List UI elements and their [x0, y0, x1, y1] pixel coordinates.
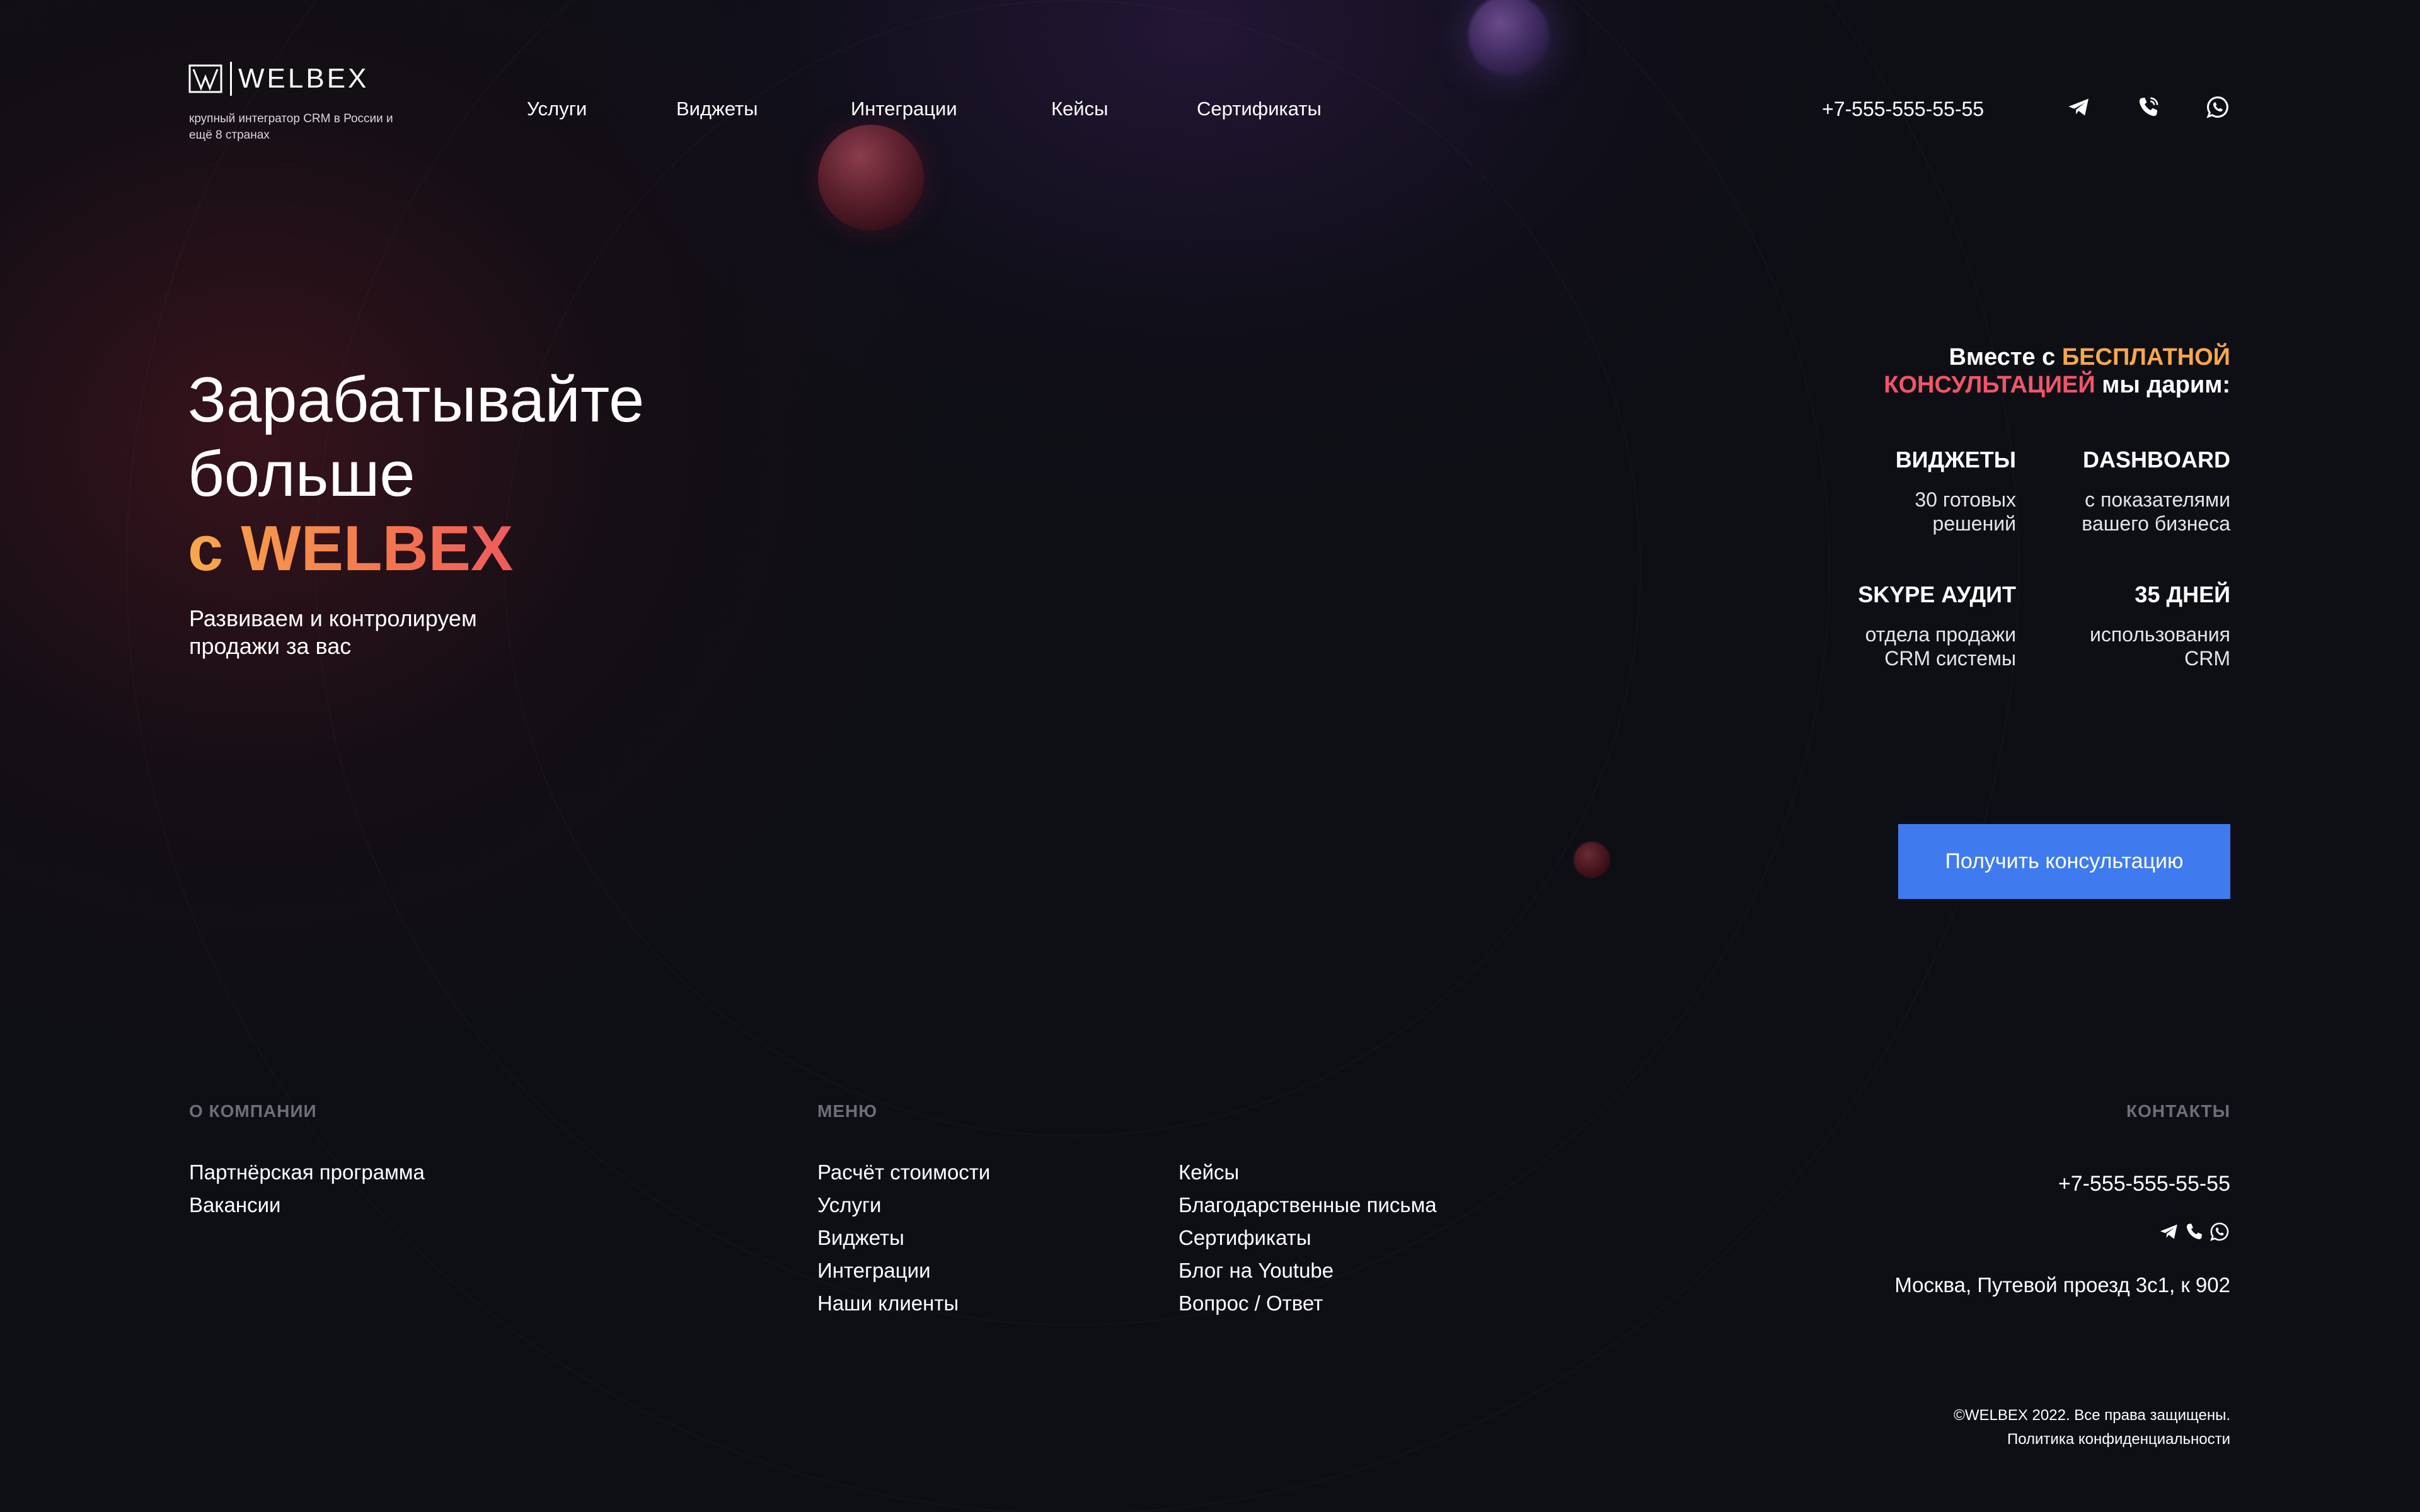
hero-title-line: больше: [188, 439, 415, 510]
logo-wordmark: WELBEX: [238, 63, 369, 94]
feature-description: 30 готовых решений: [1915, 488, 2016, 535]
footer-phone-link[interactable]: +7-555-555-55-55: [2058, 1172, 2230, 1196]
feature-title: SKYPE АУДИТ: [1858, 581, 2016, 607]
footer-company-heading: О КОМПАНИИ: [189, 1101, 317, 1121]
get-consultation-button[interactable]: Получить консультацию: [1898, 824, 2230, 899]
footer-address: Москва, Путевой проезд 3с1, к 902: [1894, 1273, 2230, 1297]
footer-link[interactable]: Вакансии: [189, 1189, 425, 1222]
copyright-text: ©WELBEX 2022. Все права защищены.: [1954, 1407, 2230, 1424]
footer-link[interactable]: Расчёт стоимости: [817, 1156, 990, 1189]
footer-menu-heading: МЕНЮ: [817, 1101, 878, 1121]
footer-link[interactable]: Услуги: [817, 1189, 990, 1222]
feature-description: использования CRM: [2089, 623, 2230, 670]
offer-text: Вместе с: [1949, 344, 2056, 370]
feature-skype-audit: SKYPE АУДИТ отдела продажи CRM системы: [1764, 582, 2016, 670]
footer-messenger-icons: [2158, 1221, 2230, 1242]
offer-heading: Вместе с БЕСПЛАТНОЙ КОНСУЛЬТАЦИЕЙ мы дар…: [1789, 343, 2230, 399]
hero-title: Зарабатывайте больше с WELBEX: [188, 363, 644, 586]
offer-highlight: КОНСУЛЬТАЦИЕЙ: [1884, 372, 2095, 398]
nav-item-integrations[interactable]: Интеграции: [851, 98, 957, 120]
footer-menu-col2: Кейсы Благодарственные письма Сертификат…: [1178, 1156, 1437, 1320]
footer-link[interactable]: Сертификаты: [1178, 1222, 1437, 1254]
feature-title: ВИДЖЕТЫ: [1895, 447, 2016, 472]
footer-link[interactable]: Вопрос / Ответ: [1178, 1287, 1437, 1320]
footer-link[interactable]: Благодарственные письма: [1178, 1189, 1437, 1222]
offer-text: мы дарим:: [2102, 372, 2230, 398]
hero-title-prefix: с: [188, 513, 224, 584]
nav-item-certificates[interactable]: Сертификаты: [1197, 98, 1322, 120]
offer-highlight: БЕСПЛАТНОЙ: [2061, 344, 2230, 370]
hero-title-brand-line: с WELBEX: [188, 512, 644, 586]
footer-menu-col1: Расчёт стоимости Услуги Виджеты Интеграц…: [817, 1156, 990, 1320]
feature-title: 35 ДНЕЙ: [2135, 581, 2230, 607]
header-phone-link[interactable]: +7-555-555-55-55: [1822, 98, 1984, 121]
footer-link[interactable]: Партнёрская программа: [189, 1156, 425, 1189]
hero-title-brand: WELBEX: [241, 513, 514, 584]
nav-item-services[interactable]: Услуги: [527, 98, 587, 120]
background-ring: [504, 0, 1641, 1137]
phone-icon[interactable]: [2184, 1221, 2205, 1242]
footer-link[interactable]: Кейсы: [1178, 1156, 1437, 1189]
decorative-sphere: [1574, 842, 1610, 878]
logo-divider: [230, 62, 232, 96]
footer-link[interactable]: Виджеты: [817, 1222, 990, 1254]
logo-mark-icon: [188, 64, 222, 93]
feature-widgets: ВИДЖЕТЫ 30 готовых решений: [1764, 447, 2016, 536]
telegram-icon[interactable]: [2066, 94, 2092, 120]
footer-link[interactable]: Наши клиенты: [817, 1287, 990, 1320]
telegram-icon[interactable]: [2158, 1221, 2180, 1242]
footer-legal: ©WELBEX 2022. Все права защищены. Полити…: [1954, 1404, 2230, 1452]
hero-subtitle: Развиваем и контролируем продажи за вас: [189, 605, 477, 659]
footer-company-links: Партнёрская программа Вакансии: [189, 1156, 425, 1222]
feature-title: DASHBOARD: [2083, 447, 2230, 472]
feature-description: отдела продажи CRM системы: [1865, 623, 2016, 670]
privacy-policy-link[interactable]: Политика конфиденциальности: [1954, 1428, 2230, 1452]
nav-item-cases[interactable]: Кейсы: [1051, 98, 1108, 120]
logo[interactable]: WELBEX: [188, 62, 369, 96]
footer-link[interactable]: Блог на Youtube: [1178, 1254, 1437, 1287]
nav-item-widgets[interactable]: Виджеты: [676, 98, 758, 120]
hero-title-line: Зарабатывайте: [188, 365, 645, 435]
whatsapp-icon[interactable]: [2205, 94, 2230, 120]
feature-dashboard: DASHBOARD с показателями вашего бизнеса: [2041, 447, 2230, 536]
footer-link[interactable]: Интеграции: [817, 1254, 990, 1287]
footer-contacts-heading: КОНТАКТЫ: [2126, 1101, 2230, 1121]
whatsapp-icon[interactable]: [2209, 1221, 2230, 1242]
brand-tagline: крупный интегратор CRM в России и ещё 8 …: [189, 112, 393, 142]
phone-icon[interactable]: [2136, 94, 2161, 120]
decorative-sphere: [818, 125, 924, 231]
feature-35-days: 35 ДНЕЙ использования CRM: [2041, 582, 2230, 670]
feature-description: с показателями вашего бизнеса: [2082, 488, 2230, 535]
